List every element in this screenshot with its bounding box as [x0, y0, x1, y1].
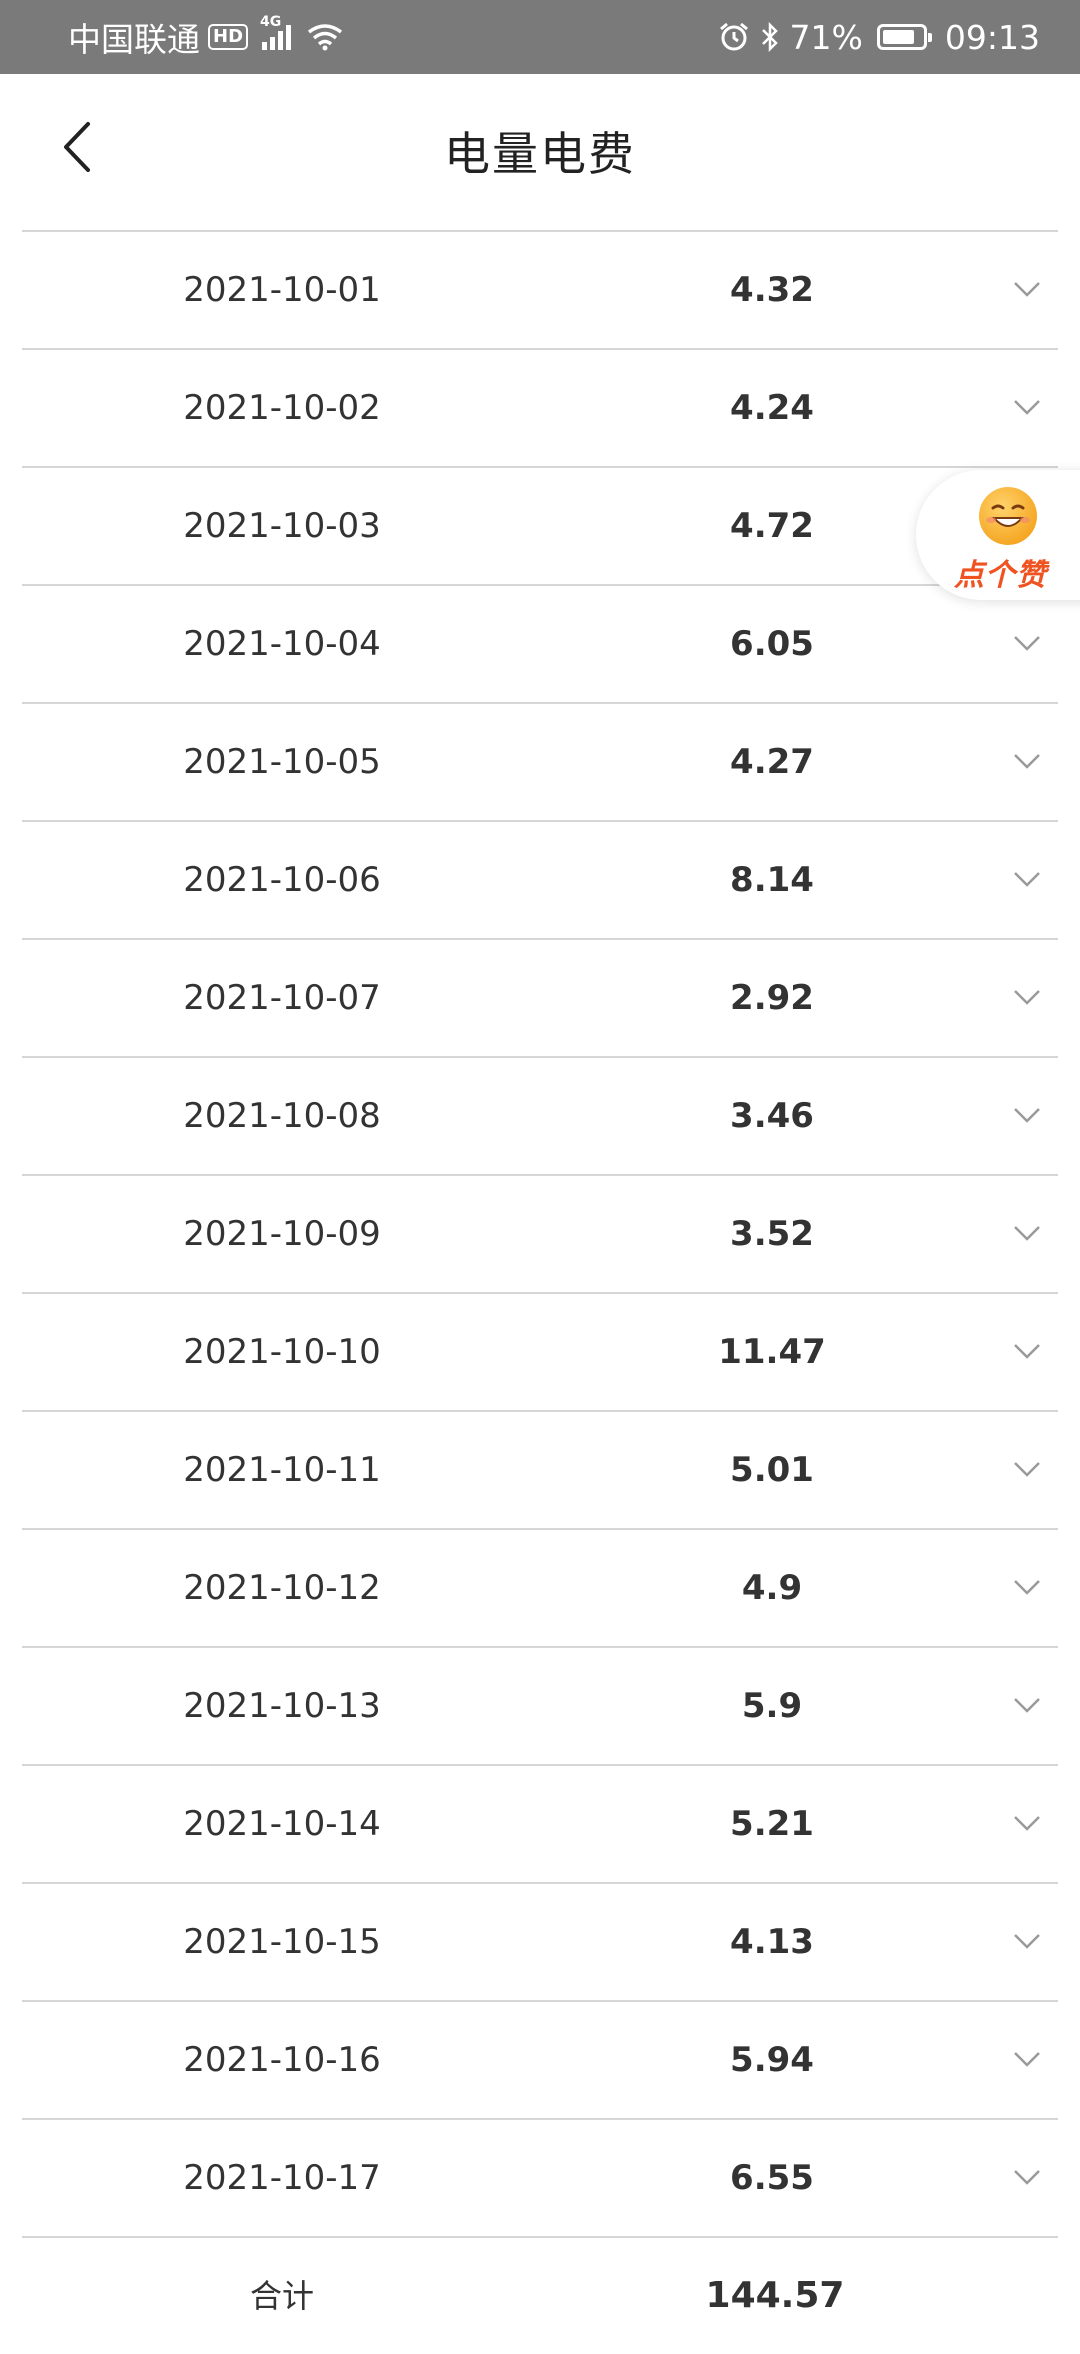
list-item[interactable]: 2021-10-05 4.27: [22, 704, 1058, 822]
row-value: 4.72: [730, 506, 814, 546]
row-date: 2021-10-10: [183, 1332, 381, 1372]
list-item[interactable]: 2021-10-11 5.01: [22, 1412, 1058, 1530]
chevron-down-icon[interactable]: [1012, 632, 1042, 654]
list-item[interactable]: 2021-10-09 3.52: [22, 1176, 1058, 1294]
row-date: 2021-10-04: [183, 624, 381, 664]
row-date: 2021-10-11: [183, 1450, 381, 1490]
list-item[interactable]: 2021-10-12 4.9: [22, 1530, 1058, 1648]
row-date: 2021-10-14: [183, 1804, 381, 1844]
row-value: 4.9: [741, 1568, 803, 1608]
carrier-name: 中国联通: [68, 20, 200, 59]
list-item[interactable]: 2021-10-08 3.46: [22, 1058, 1058, 1176]
list-item[interactable]: 2021-10-04 6.05: [22, 586, 1058, 704]
battery-percent: 71%: [789, 17, 863, 57]
row-date: 2021-10-12: [183, 1568, 381, 1608]
row-value: 6.05: [730, 624, 814, 664]
list-item[interactable]: 2021-10-07 2.92: [22, 940, 1058, 1058]
list-item[interactable]: 2021-10-17 6.55: [22, 2120, 1058, 2238]
alarm-icon: [719, 22, 748, 51]
network-type: 4G: [260, 14, 282, 30]
row-date: 2021-10-13: [183, 1686, 381, 1726]
row-value: 4.13: [730, 1922, 814, 1962]
chevron-down-icon[interactable]: [1012, 1930, 1042, 1952]
row-value: 8.14: [730, 860, 814, 900]
row-date: 2021-10-03: [183, 506, 381, 546]
clock: 09:13: [944, 17, 1040, 57]
list-item[interactable]: 2021-10-14 5.21: [22, 1766, 1058, 1884]
row-value: 4.24: [730, 388, 814, 428]
status-right: 71% 09:13: [718, 18, 1040, 57]
total-label: 合计: [249, 2277, 314, 2315]
row-date: 2021-10-06: [183, 860, 381, 900]
chevron-down-icon[interactable]: [1012, 2166, 1042, 2188]
row-value: 4.27: [730, 742, 814, 782]
row-value: 3.46: [730, 1096, 814, 1136]
row-value: 5.9: [741, 1686, 803, 1726]
list-item[interactable]: 2021-10-03 4.72: [22, 468, 1058, 586]
row-value: 6.55: [730, 2158, 814, 2198]
list-item[interactable]: 2021-10-01 4.32: [22, 232, 1058, 350]
chevron-down-icon[interactable]: [1012, 1576, 1042, 1598]
row-date: 2021-10-01: [183, 270, 381, 310]
chevron-down-icon[interactable]: [1012, 986, 1042, 1008]
chevron-down-icon[interactable]: [1012, 868, 1042, 890]
chevron-down-icon[interactable]: [1012, 1812, 1042, 1834]
chevron-down-icon[interactable]: [1012, 1458, 1042, 1480]
app-header: 电量电费: [0, 74, 1080, 230]
row-date: 2021-10-09: [183, 1214, 381, 1254]
row-value: 3.52: [730, 1214, 814, 1254]
row-date: 2021-10-08: [183, 1096, 381, 1136]
list-item[interactable]: 2021-10-06 8.14: [22, 822, 1058, 940]
chevron-down-icon[interactable]: [1012, 278, 1042, 300]
chevron-down-icon[interactable]: [1012, 1104, 1042, 1126]
list-item[interactable]: 2021-10-10 11.47: [22, 1294, 1058, 1412]
list-item[interactable]: 2021-10-13 5.9: [22, 1648, 1058, 1766]
row-date: 2021-10-02: [183, 388, 381, 428]
list-item[interactable]: 2021-10-16 5.94: [22, 2002, 1058, 2120]
row-date: 2021-10-16: [183, 2040, 381, 2080]
row-value: 11.47: [718, 1332, 826, 1372]
row-date: 2021-10-15: [183, 1922, 381, 1962]
row-value: 5.21: [730, 1804, 814, 1844]
total-value: 144.57: [705, 2275, 845, 2316]
hd-badge: HD: [208, 24, 249, 50]
page-title: 电量电费: [444, 127, 636, 181]
like-label: 点个赞: [954, 558, 1047, 593]
list-item[interactable]: 2021-10-15 4.13: [22, 1884, 1058, 2002]
like-button[interactable]: 点个赞: [916, 470, 1080, 600]
chevron-down-icon[interactable]: [1012, 2048, 1042, 2070]
chevron-down-icon[interactable]: [1012, 1222, 1042, 1244]
bluetooth-icon: [761, 22, 778, 52]
row-value: 4.32: [730, 270, 814, 310]
row-value: 5.01: [730, 1450, 814, 1490]
status-left: 中国联通 HD 4G: [68, 13, 343, 61]
chevron-down-icon[interactable]: [1012, 1340, 1042, 1362]
smiley-face-icon: [979, 487, 1037, 545]
list-item[interactable]: 2021-10-02 4.24: [22, 350, 1058, 468]
row-date: 2021-10-07: [183, 978, 381, 1018]
chevron-down-icon[interactable]: [1012, 1694, 1042, 1716]
row-value: 2.92: [730, 978, 814, 1018]
row-date: 2021-10-05: [183, 742, 381, 782]
chevron-down-icon[interactable]: [1012, 750, 1042, 772]
total-row: 合计 144.57: [22, 2238, 1058, 2354]
battery-icon: [876, 24, 932, 50]
daily-fee-list: 2021-10-01 4.32 2021-10-02 4.24 2021-10-…: [22, 230, 1058, 2354]
chevron-down-icon[interactable]: [1012, 396, 1042, 418]
wifi-icon: [307, 24, 343, 51]
row-date: 2021-10-17: [183, 2158, 381, 2198]
row-value: 5.94: [730, 2040, 814, 2080]
signal-icon: 4G: [260, 14, 292, 50]
status-bar: 中国联通 HD 4G 71% 09:13: [0, 0, 1080, 74]
